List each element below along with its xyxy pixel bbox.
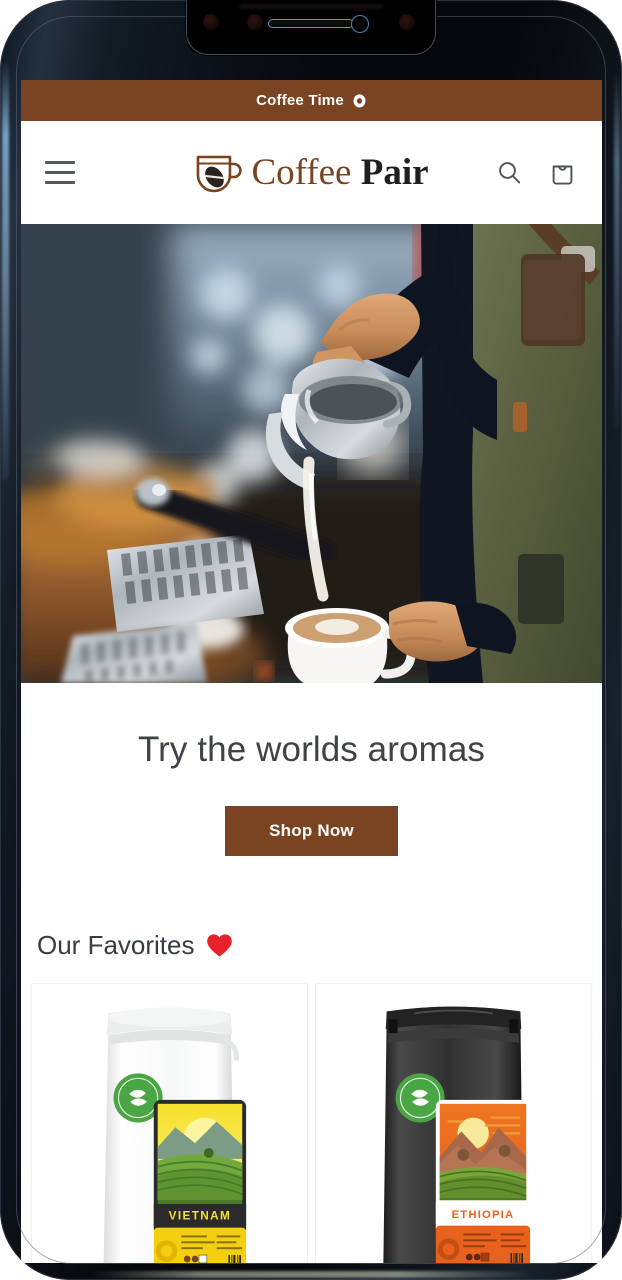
bezel-highlight-left	[2, 60, 9, 480]
hamburger-line	[45, 171, 75, 174]
ethiopia-coffee-bag-image: ETHIOPIA	[316, 984, 591, 1263]
hamburger-line	[45, 161, 75, 164]
phone-screen-viewport: Coffee Time Coffee Pair Try the worlds a…	[21, 80, 602, 1263]
notch-sensor-icon	[203, 14, 219, 30]
notch-sensor-icon	[399, 14, 415, 30]
coffee-bean-icon	[353, 93, 366, 107]
notch-sensor-icon	[247, 14, 263, 30]
barista-pouring-milk-illustration	[21, 224, 602, 683]
vietnam-label-text: VIETNAM	[169, 1210, 232, 1223]
announcement-text: Coffee Time	[256, 92, 344, 109]
favorites-section-header: Our Favorites	[21, 916, 602, 983]
earpiece-speaker-icon	[268, 19, 354, 28]
hero-banner-image[interactable]	[21, 224, 602, 683]
hero-copy-section: Try the worlds aromas Shop Now	[21, 683, 602, 916]
bezel-highlight-bottom	[90, 1271, 532, 1278]
shopping-bag-icon[interactable]	[549, 159, 576, 187]
site-header: Coffee Pair	[21, 121, 602, 224]
brand-word-two: Pair	[360, 152, 429, 193]
bezel-highlight-right	[614, 70, 620, 430]
red-heart-icon	[206, 934, 232, 957]
front-camera-icon	[351, 15, 369, 33]
product-card-ethiopia[interactable]: ETHIOPIA	[315, 983, 592, 1263]
hamburger-menu-icon[interactable]	[45, 160, 77, 186]
search-icon[interactable]	[496, 159, 523, 187]
product-card-vietnam[interactable]: VIETNAM	[31, 983, 308, 1263]
hamburger-line	[45, 181, 75, 184]
hero-title: Try the worlds aromas	[137, 730, 485, 769]
brand-logo-link[interactable]: Coffee Pair	[194, 151, 429, 195]
header-actions	[496, 159, 576, 187]
coffee-cup-bean-logo-icon	[196, 155, 242, 192]
announcement-bar[interactable]: Coffee Time	[21, 80, 602, 121]
brand-name: Coffee Pair	[251, 154, 428, 191]
product-grid: VIETNAM ETHIOPIA	[21, 983, 602, 1263]
phone-device-frame: Coffee Time Coffee Pair Try the worlds a…	[0, 0, 622, 1280]
shop-now-button[interactable]: Shop Now	[225, 806, 398, 856]
brand-word-one: Coffee	[251, 152, 352, 193]
phone-notch	[185, 0, 437, 56]
ethiopia-label-text: ETHIOPIA	[452, 1209, 515, 1221]
favorites-title: Our Favorites	[37, 930, 195, 960]
vietnam-coffee-bag-image: VIETNAM	[32, 984, 307, 1263]
